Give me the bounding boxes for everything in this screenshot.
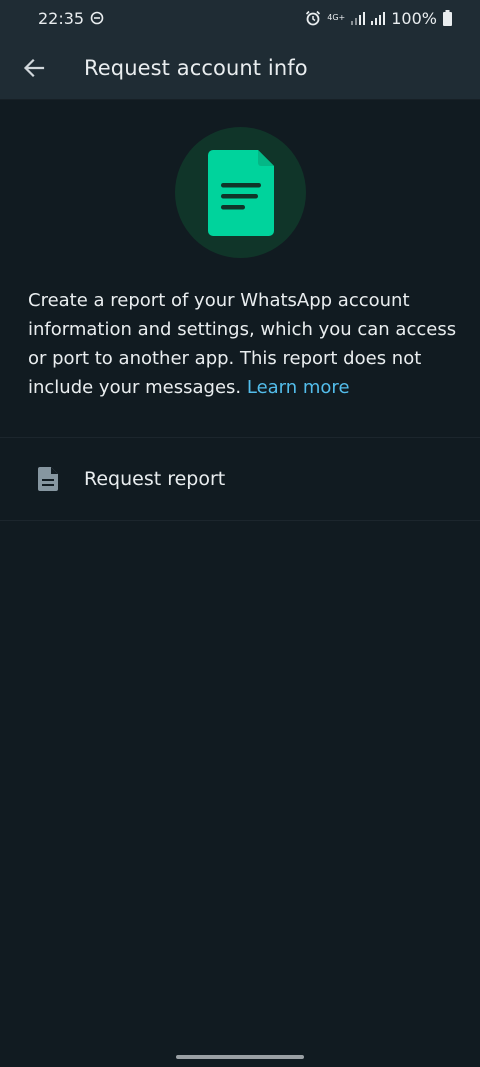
status-time: 22:35: [38, 8, 85, 28]
hero-icon-circle: [175, 127, 306, 258]
arrow-left-icon: [23, 58, 45, 77]
app-bar: Request account info: [0, 36, 480, 100]
navigation-bar: [0, 1047, 480, 1067]
page-title: Request account info: [84, 55, 308, 80]
description-body: Create a report of your WhatsApp account…: [28, 290, 457, 398]
status-time-group: 22:35: [38, 9, 104, 28]
do-not-disturb-icon: [90, 11, 104, 25]
home-indicator[interactable]: [176, 1055, 304, 1059]
signal-icon-1: [351, 11, 366, 25]
learn-more-link[interactable]: Learn more: [247, 377, 350, 398]
back-button[interactable]: [14, 48, 54, 88]
document-icon: [207, 149, 274, 236]
status-bar: 22:35 4G+ 100%: [0, 0, 480, 36]
request-report-button[interactable]: Request report: [0, 438, 480, 520]
request-report-label: Request report: [84, 468, 226, 490]
description-text: Create a report of your WhatsApp account…: [28, 286, 458, 402]
document-icon: [38, 467, 58, 491]
battery-icon: [443, 10, 452, 26]
alarm-icon: [306, 10, 321, 26]
network-type: 4G+: [327, 13, 346, 22]
status-indicators: 4G+ 100%: [305, 9, 452, 28]
signal-icon-2: [371, 11, 386, 25]
battery-percent: 100%: [391, 8, 437, 28]
divider-bottom: [0, 520, 480, 521]
